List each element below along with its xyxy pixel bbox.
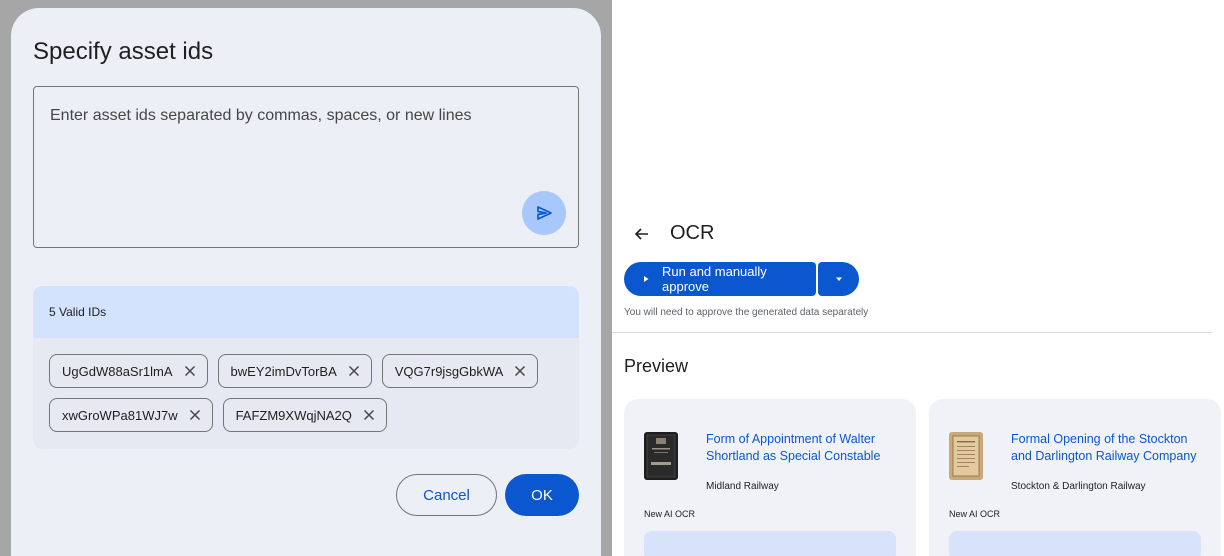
asset-ids-placeholder: Enter asset ids separated by commas, spa… — [50, 107, 472, 124]
close-icon[interactable] — [188, 408, 202, 422]
ok-button[interactable]: OK — [505, 474, 579, 516]
send-icon — [537, 206, 552, 220]
cancel-button[interactable]: Cancel — [396, 474, 497, 516]
document-thumbnail — [949, 432, 983, 480]
run-split-button: Run and manually approve — [624, 262, 859, 296]
preview-card[interactable]: Formal Opening of the Stockton and Darli… — [929, 399, 1221, 556]
run-and-approve-button[interactable]: Run and manually approve — [624, 262, 816, 296]
close-icon[interactable] — [513, 364, 527, 378]
page-header: OCR — [632, 222, 714, 245]
preview-card[interactable]: Form of Appointment of Walter Shortland … — [624, 399, 916, 556]
asset-ids-input[interactable]: Enter asset ids separated by commas, spa… — [33, 86, 579, 248]
valid-ids-header: 5 Valid IDs — [33, 286, 579, 338]
preview-heading: Preview — [624, 356, 689, 376]
card-source: Midland Railway — [706, 481, 779, 492]
card-tag: New AI OCR — [644, 509, 696, 519]
asset-id-chip: FAFZM9XWqjNA2Q — [222, 398, 387, 432]
run-options-dropdown[interactable] — [818, 262, 859, 296]
chip-label: bwEY2imDvTorBA — [230, 363, 337, 379]
approval-hint: You will need to approve the generated d… — [624, 307, 869, 318]
card-title[interactable]: Formal Opening of the Stockton and Darli… — [1011, 431, 1211, 465]
card-output-box — [644, 531, 896, 556]
chip-label: UgGdW88aSr1lmA — [62, 363, 173, 379]
play-icon — [642, 275, 650, 283]
screen: Specify asset ids Enter asset ids separa… — [0, 0, 1224, 556]
close-icon[interactable] — [362, 408, 376, 422]
send-button[interactable] — [522, 191, 566, 235]
card-tag: New AI OCR — [949, 509, 1001, 519]
close-icon[interactable] — [183, 364, 197, 378]
dialog-title: Specify asset ids — [33, 38, 214, 65]
run-button-label: Run and manually approve — [662, 264, 767, 294]
card-output-box — [949, 531, 1201, 556]
asset-id-chips: UgGdW88aSr1lmA bwEY2imDvTorBA VQG7r9jsgG… — [33, 338, 579, 432]
document-thumbnail — [644, 432, 678, 480]
asset-id-chip: xwGroWPa81WJ7w — [49, 398, 213, 432]
ocr-page: OCR Run and manually approve You will ne… — [612, 0, 1224, 556]
back-arrow-icon[interactable] — [632, 224, 652, 244]
card-title[interactable]: Form of Appointment of Walter Shortland … — [706, 431, 906, 465]
valid-ids-panel: 5 Valid IDs UgGdW88aSr1lmA bwEY2imDvTorB… — [33, 286, 579, 449]
asset-id-chip: VQG7r9jsgGbkWA — [381, 354, 539, 388]
chip-label: VQG7r9jsgGbkWA — [394, 363, 504, 379]
chip-label: FAFZM9XWqjNA2Q — [235, 407, 352, 423]
page-title: OCR — [670, 222, 715, 244]
close-icon[interactable] — [347, 364, 361, 378]
chip-label: xwGroWPa81WJ7w — [62, 407, 178, 423]
specify-asset-ids-dialog: Specify asset ids Enter asset ids separa… — [11, 8, 601, 556]
caret-down-icon — [835, 277, 842, 281]
card-source: Stockton & Darlington Railway — [1011, 481, 1146, 492]
asset-id-chip: bwEY2imDvTorBA — [217, 354, 372, 388]
divider — [612, 332, 1212, 333]
asset-id-chip: UgGdW88aSr1lmA — [49, 354, 208, 388]
